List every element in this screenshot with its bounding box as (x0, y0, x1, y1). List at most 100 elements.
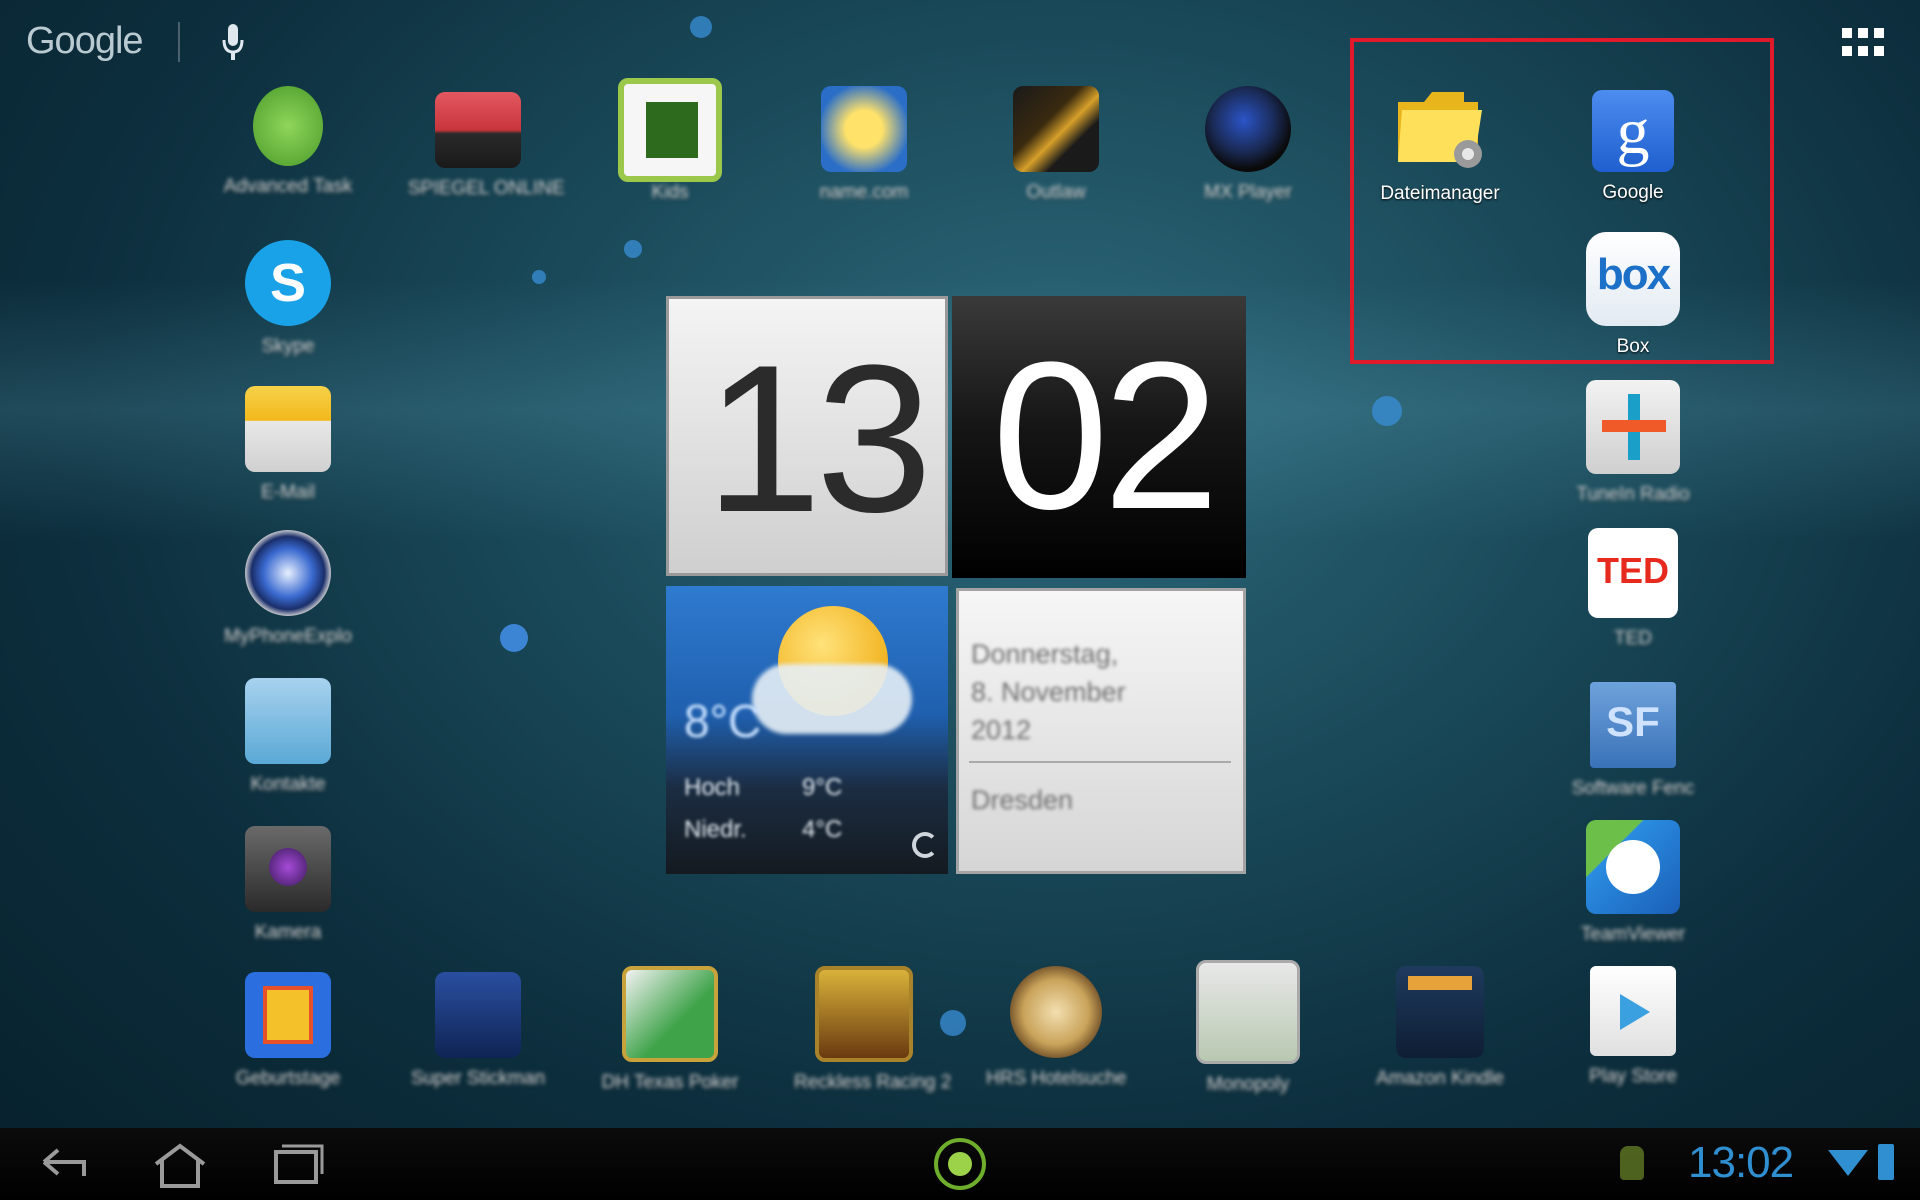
app-play-store[interactable]: Play Store (1563, 966, 1703, 1088)
app-skype[interactable]: S Skype (218, 240, 358, 358)
recent-apps-icon[interactable] (272, 1142, 324, 1186)
ted-icon: TED (1588, 528, 1678, 618)
app-label: Play Store (1589, 1066, 1677, 1087)
refresh-icon[interactable] (912, 832, 938, 858)
app-label: E-Mail (261, 482, 315, 503)
app-label: TeamViewer (1580, 924, 1686, 945)
wallpaper-bubble (624, 240, 642, 258)
app-ted[interactable]: TED TED (1563, 528, 1703, 650)
microphone-icon[interactable] (218, 22, 248, 62)
app-mx-player[interactable]: MX Player (1178, 86, 1318, 204)
folder-settings-icon (1398, 92, 1482, 168)
app-label: Kamera (254, 922, 322, 943)
app-name-com[interactable]: name.com (794, 86, 934, 204)
android-debug-icon (1620, 1146, 1644, 1180)
wallpaper-bubble (500, 624, 528, 652)
minute-tile: 02 (952, 296, 1246, 578)
google-icon: g (1592, 90, 1674, 172)
wifi-icon (1828, 1150, 1868, 1176)
app-tunein[interactable]: TuneIn Radio (1563, 380, 1703, 506)
app-label: Box (1616, 336, 1650, 357)
teamviewer-icon (1586, 820, 1680, 914)
date-year: 2012 (971, 715, 1032, 745)
app-monopoly[interactable]: Monopoly (1178, 960, 1318, 1096)
monopoly-icon (1196, 960, 1300, 1064)
back-icon[interactable] (40, 1142, 90, 1182)
app-label: MyPhoneExplo (224, 626, 352, 647)
date-divider (969, 761, 1231, 763)
app-box[interactable]: box Box (1563, 232, 1703, 358)
android-task-icon (253, 86, 323, 166)
date-city: Dresden (971, 785, 1074, 815)
launcher-icon[interactable] (934, 1138, 986, 1190)
hrs-icon (1010, 966, 1102, 1058)
clock-minute: 02 (992, 318, 1220, 553)
app-amazon-kindle[interactable]: Amazon Kindle (1370, 966, 1510, 1090)
google-search-bar[interactable]: Google (26, 20, 144, 63)
app-label: Amazon Kindle (1376, 1068, 1504, 1089)
app-super-stickman[interactable]: Super Stickman (408, 972, 548, 1090)
app-spiegel[interactable]: SPIEGEL ONLINE (408, 86, 565, 200)
wallpaper-bubble (940, 1010, 966, 1036)
app-kontakte[interactable]: Kontakte (218, 678, 358, 796)
app-geburtstage[interactable]: Geburtstage (218, 972, 358, 1090)
app-label: Software Fenc (1571, 778, 1695, 799)
home-icon[interactable] (150, 1142, 210, 1188)
battery-icon (1878, 1144, 1894, 1180)
racing-icon (815, 966, 913, 1062)
stickman-icon (435, 972, 521, 1058)
app-kamera[interactable]: Kamera (218, 826, 358, 944)
gift-icon (245, 972, 331, 1058)
all-apps-grid-icon[interactable] (1842, 28, 1886, 58)
app-teamviewer[interactable]: TeamViewer (1563, 820, 1703, 946)
box-icon: box (1586, 232, 1680, 326)
weather-temperature: 8°C (684, 695, 762, 747)
date-day-month: 8. November (971, 677, 1126, 707)
spiegel-icon (435, 92, 521, 168)
name-icon (821, 86, 907, 172)
app-label: name.com (819, 182, 909, 203)
skype-icon: S (245, 240, 331, 326)
app-myphoneexplorer[interactable]: MyPhoneExplo (218, 530, 358, 648)
tunein-icon (1586, 380, 1680, 474)
app-label: Geburtstage (235, 1068, 341, 1089)
wallpaper-bubble (532, 270, 546, 284)
app-label: Outlaw (1026, 182, 1086, 203)
date-tile[interactable]: Donnerstag, 8. November 2012 Dresden (956, 588, 1246, 874)
weather-low-label: Niedr. (684, 816, 747, 843)
weather-high-value: 9°C (802, 774, 843, 801)
app-label: SPIEGEL ONLINE (408, 178, 565, 199)
app-dh-texas-poker[interactable]: DH Texas Poker (600, 966, 740, 1094)
app-dateimanager[interactable]: Dateimanager (1370, 80, 1510, 205)
search-divider (178, 22, 180, 62)
app-software-fenc[interactable]: SF Software Fenc (1563, 682, 1703, 800)
weather-tile[interactable]: 8°C Hoch 9°C Niedr. 4°C (666, 586, 948, 874)
app-kids[interactable]: Kids (600, 78, 740, 204)
sync-icon (245, 530, 331, 616)
clock-hour: 13 (705, 321, 933, 556)
outlaw-icon (1013, 86, 1099, 172)
poker-icon (622, 966, 718, 1062)
kindle-icon (1396, 966, 1484, 1058)
play-store-icon (1590, 966, 1676, 1056)
app-label: TuneIn Radio (1576, 484, 1690, 505)
app-label: Super Stickman (410, 1068, 546, 1089)
system-nav-bar (0, 1128, 1920, 1200)
kids-icon (618, 78, 722, 182)
app-label: Monopoly (1206, 1074, 1290, 1095)
app-reckless-racing[interactable]: Reckless Racing 2 (794, 966, 951, 1094)
email-icon (245, 386, 331, 472)
app-label: DH Texas Poker (601, 1072, 739, 1093)
app-email[interactable]: E-Mail (218, 386, 358, 504)
weather-high-label: Hoch (684, 774, 741, 801)
app-label: Kids (651, 182, 689, 203)
app-google[interactable]: g Google (1563, 90, 1703, 204)
app-outlaw[interactable]: Outlaw (986, 86, 1126, 204)
clock-weather-widget[interactable]: 13 02 8°C Hoch 9°C Niedr. 4°C Donnerstag… (666, 296, 1246, 874)
weather-low-value: 4°C (802, 816, 843, 843)
hour-tile: 13 (666, 296, 948, 576)
cloud-icon (752, 664, 912, 734)
status-time[interactable]: 13:02 (1688, 1138, 1794, 1188)
app-hrs-hotelsuche[interactable]: HRS Hotelsuche (986, 966, 1126, 1090)
app-advanced-task[interactable]: Advanced Task (218, 86, 358, 198)
